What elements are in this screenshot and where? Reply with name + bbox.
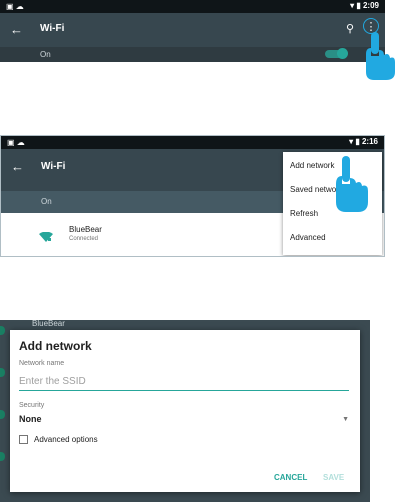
network-name: BlueBear: [69, 225, 102, 234]
menu-item-advanced[interactable]: Advanced: [290, 233, 326, 242]
wifi-toggle[interactable]: [325, 48, 348, 59]
dropdown-arrow-icon: ▼: [342, 416, 349, 423]
status-bar: ▣ ☁ ▾ ▮ 2:16: [1, 136, 384, 149]
notification-icons: ▣ ☁: [6, 2, 24, 11]
save-button[interactable]: SAVE: [323, 473, 344, 482]
security-value: None: [19, 414, 42, 424]
status-bar: ▣ ☁ ▾ ▮ 2:09: [0, 0, 385, 13]
ssid-input[interactable]: [19, 372, 349, 391]
background-wifi-icon: [0, 452, 5, 461]
background-network-name: BlueBear: [32, 320, 65, 328]
status-time: 2:16: [361, 137, 378, 146]
back-arrow-icon[interactable]: ←: [11, 159, 24, 174]
on-label: On: [41, 197, 52, 206]
battery-icon: ▮: [355, 137, 360, 146]
toolbar: ← Wi-Fi ⚲ ⋮: [0, 13, 385, 47]
advanced-options-checkbox[interactable]: [19, 435, 28, 444]
add-network-dialog: Add network Network name Security None ▼…: [10, 330, 360, 492]
page-title: Wi-Fi: [40, 23, 65, 34]
tap-hand-icon: [366, 32, 395, 80]
wifi-screen-2: ▣ ☁ ▾ ▮ 2:16 ← Wi-Fi On BlueBear Connect…: [0, 135, 385, 257]
network-name-label: Network name: [19, 360, 65, 367]
wifi-screen-1: ▣ ☁ ▾ ▮ 2:09 ← Wi-Fi ⚲ ⋮ On: [0, 0, 385, 62]
dialog-title: Add network: [19, 339, 92, 353]
toggle-knob: [337, 48, 348, 59]
notification-icons: ▣ ☁: [7, 138, 25, 147]
wifi-strength-icon: [39, 232, 53, 242]
background-wifi-icon: [0, 326, 5, 335]
search-icon[interactable]: ⚲: [346, 22, 354, 35]
menu-item-add-network[interactable]: Add network: [290, 161, 334, 170]
background-wifi-icon: [0, 368, 5, 377]
security-select[interactable]: None ▼: [19, 414, 349, 428]
wifi-signal-icon: ▾: [349, 137, 354, 146]
advanced-options-label: Advanced options: [34, 435, 98, 444]
security-label: Security: [19, 402, 45, 409]
page-title: Wi-Fi: [41, 161, 66, 172]
on-label: On: [40, 50, 51, 59]
menu-item-refresh[interactable]: Refresh: [290, 209, 318, 218]
back-arrow-icon[interactable]: ←: [10, 22, 23, 37]
wifi-signal-icon: ▾: [350, 1, 355, 10]
tap-hand-icon: [336, 156, 368, 212]
cancel-button[interactable]: CANCEL: [274, 473, 307, 482]
status-time: 2:09: [362, 1, 379, 10]
battery-icon: ▮: [356, 1, 361, 10]
background-wifi-icon: [0, 410, 5, 419]
wifi-on-row: On: [0, 47, 385, 62]
network-status: Connected: [69, 236, 99, 242]
